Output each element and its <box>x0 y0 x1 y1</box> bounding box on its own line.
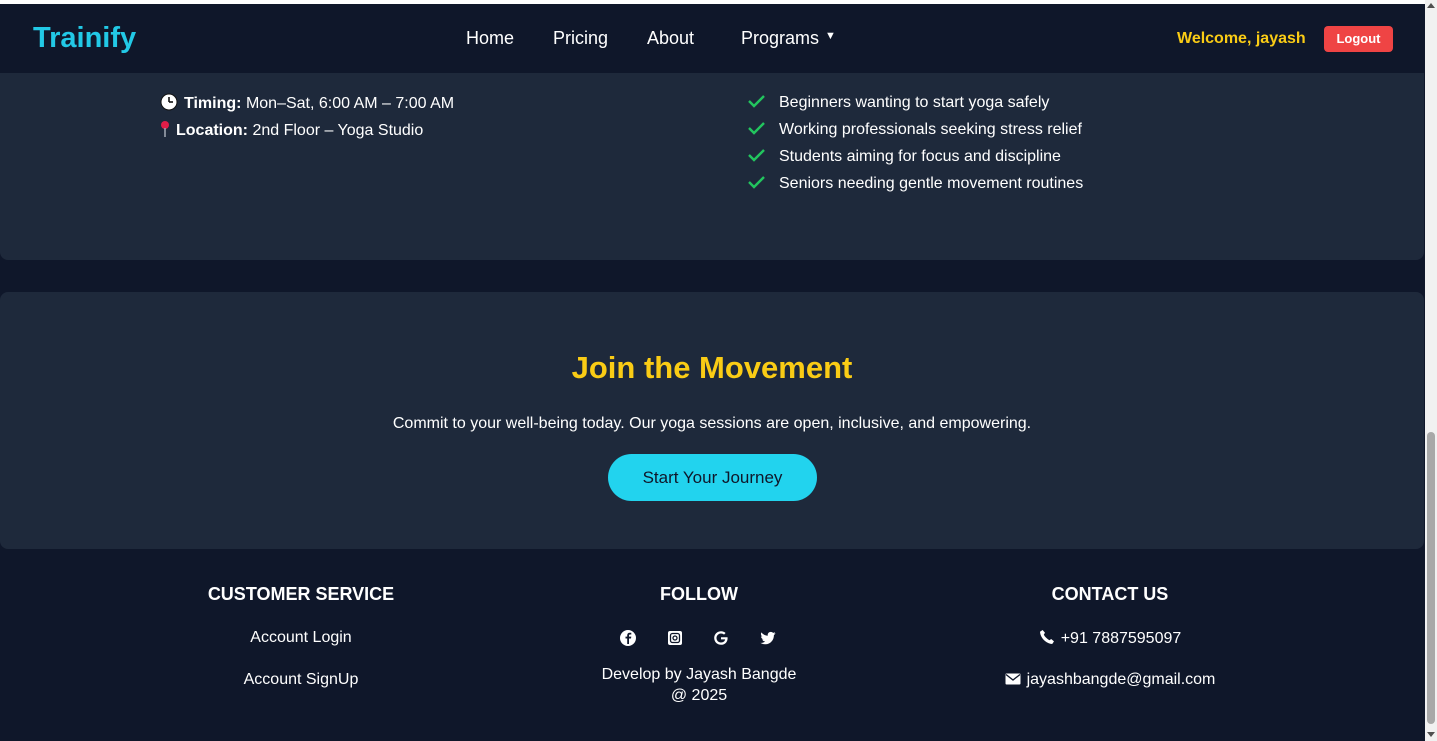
developer-credit-line1: Develop by Jayash Bangde <box>601 666 797 683</box>
account-signup-link[interactable]: Account SignUp <box>151 671 451 689</box>
instagram-icon[interactable] <box>666 629 684 647</box>
phone-number[interactable]: +91 7887595097 <box>1061 630 1182 647</box>
contact-phone: +91 7887595097 <box>960 629 1260 648</box>
clock-icon <box>160 93 178 111</box>
envelope-icon <box>1005 673 1021 685</box>
developer-credit: Develop by Jayash Bangde @ 2025 <box>549 664 849 706</box>
check-icon <box>748 95 765 108</box>
check-icon <box>748 149 765 162</box>
location-info: Location: 2nd Floor – Yoga Studio <box>160 120 423 140</box>
scrollbar-thumb[interactable] <box>1427 432 1435 724</box>
timing-value: Mon–Sat, 6:00 AM – 7:00 AM <box>245 95 455 112</box>
audience-item: Beginners wanting to start yoga safely <box>746 93 1049 112</box>
scroll-down-arrow-icon[interactable] <box>1427 732 1435 737</box>
pin-icon <box>161 121 169 137</box>
timing-label: Timing: <box>184 95 242 112</box>
google-icon[interactable] <box>712 629 730 647</box>
developer-credit-line2: @ 2025 <box>670 687 728 704</box>
audience-item: Seniors needing gentle movement routines <box>746 174 1083 193</box>
nav-home[interactable]: Home <box>466 28 514 49</box>
follow-heading: FOLLOW <box>660 584 738 604</box>
audience-item-label: Students aiming for focus and discipline <box>779 148 1061 165</box>
check-icon <box>748 176 765 189</box>
location-value: 2nd Floor – Yoga Studio <box>252 122 424 139</box>
location-label: Location: <box>176 122 248 139</box>
phone-icon <box>1039 630 1054 644</box>
caret-down-icon[interactable]: ▼ <box>825 30 836 42</box>
nav-programs-dropdown[interactable]: Programs <box>741 28 819 49</box>
program-details-card <box>0 40 1424 260</box>
facebook-icon[interactable] <box>619 629 637 647</box>
logout-button[interactable]: Logout <box>1324 26 1393 52</box>
contact-email: jayashbangde@gmail.com <box>960 671 1260 689</box>
audience-item-label: Seniors needing gentle movement routines <box>779 175 1084 192</box>
welcome-message: Welcome, jayash <box>1177 30 1306 47</box>
audience-item-label: Working professionals seeking stress rel… <box>779 121 1082 138</box>
audience-item: Students aiming for focus and discipline <box>746 147 1061 166</box>
customer-service-heading: CUSTOMER SERVICE <box>207 584 395 604</box>
scroll-up-arrow-icon[interactable] <box>1427 3 1435 8</box>
audience-item-label: Beginners wanting to start yoga safely <box>779 94 1050 111</box>
check-icon <box>748 122 765 135</box>
audience-item: Working professionals seeking stress rel… <box>746 120 1082 139</box>
navbar: Trainify Home Pricing About Programs ▼ W… <box>0 4 1425 73</box>
email-address[interactable]: jayashbangde@gmail.com <box>1027 671 1216 688</box>
start-journey-button[interactable]: Start Your Journey <box>608 454 817 501</box>
nav-pricing[interactable]: Pricing <box>553 28 608 49</box>
account-login-link[interactable]: Account Login <box>151 629 451 647</box>
contact-heading: CONTACT US <box>1051 584 1169 604</box>
timing-info: Timing: Mon–Sat, 6:00 AM – 7:00 AM <box>160 93 454 113</box>
page-scrollbar[interactable] <box>1425 0 1437 741</box>
cta-text: Commit to your well-being today. Our yog… <box>392 415 1032 432</box>
nav-about[interactable]: About <box>647 28 694 49</box>
twitter-icon[interactable] <box>759 629 777 647</box>
cta-title: Join the Movement <box>571 350 853 385</box>
brand-logo[interactable]: Trainify <box>33 22 136 55</box>
